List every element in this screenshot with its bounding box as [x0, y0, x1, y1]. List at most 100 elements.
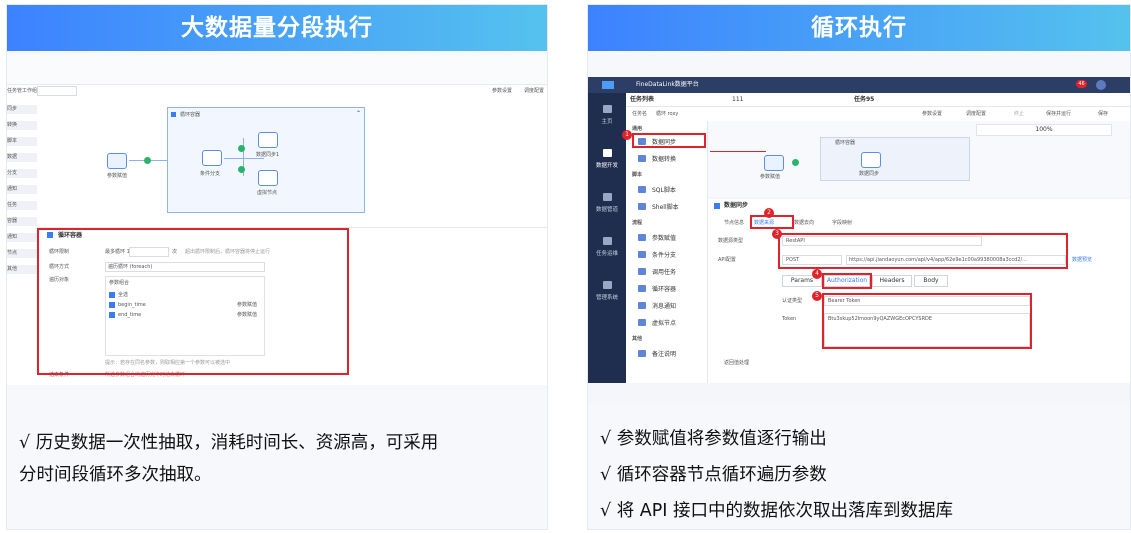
success-icon — [792, 159, 799, 166]
tab-body[interactable]: Body — [914, 275, 948, 287]
sync-icon — [714, 203, 720, 209]
dev-icon — [602, 149, 612, 157]
source-type-label: 数据源类型 — [718, 238, 744, 244]
loop-container[interactable]: 循环容器 ⌃ 条件分支 数据同步1 虚拟节点 — [167, 107, 365, 213]
sidebar-item[interactable]: 通知 — [7, 185, 37, 194]
highlight-box — [822, 273, 872, 289]
tab-task95[interactable]: 任务95 — [854, 95, 874, 104]
nav-data-dev[interactable]: 数据开发 — [588, 149, 626, 169]
loop-container-title: 循环容器 — [835, 140, 856, 146]
data-sync-node[interactable] — [861, 152, 881, 168]
tab-field-map[interactable]: 字段映射 — [832, 219, 852, 227]
sidebar-item[interactable]: 通知 — [7, 233, 37, 242]
tab-data-dest[interactable]: 数据去向 — [794, 219, 814, 227]
tab-node-info[interactable]: 节点信息 — [724, 219, 744, 227]
step-marker: 5 — [812, 291, 822, 301]
token-label: Token — [782, 316, 797, 322]
sync-config-panel: 数据同步 节点信息 数据来源 数据去向 字段映射 2 数据源类型 RestAPI… — [708, 199, 1130, 383]
comp-sql[interactable]: SQL脚本 — [634, 183, 706, 196]
step-marker: 4 — [812, 269, 822, 279]
save-run-button[interactable]: 保存并运行 — [1046, 110, 1071, 118]
step-marker: 2 — [764, 208, 774, 218]
nav-home[interactable]: 主页 — [588, 105, 626, 125]
flow-canvas: 100% 参数赋值 循环容器 数据同步 — [708, 121, 1130, 197]
condition-node[interactable] — [202, 150, 222, 166]
left-card: 大数据量分段执行 任务管工作组 参数设置 调度配置 同步 转换 脚本 数据 分支… — [6, 4, 548, 530]
data-sync-node[interactable] — [258, 132, 278, 148]
zoom-control[interactable]: 100% — [976, 124, 1112, 136]
left-bullet: 分时间段循环多次抽取。 — [19, 465, 212, 485]
right-bullet: √ 循环容器节点循环遍历参数 — [600, 465, 827, 485]
left-toolbar — [7, 55, 547, 85]
comp-data-transform[interactable]: 数据转换 — [634, 152, 706, 165]
api-config-label: API配置 — [718, 257, 736, 263]
nav-admin[interactable]: 管理系统 — [588, 281, 626, 301]
right-banner-title: 循环执行 — [588, 5, 1130, 51]
success-icon — [238, 166, 245, 173]
param-setting-button[interactable]: 参数设置 — [922, 110, 942, 118]
save-button[interactable]: 保存 — [1098, 110, 1108, 118]
app-logo-icon — [602, 81, 614, 89]
group-title: 通用 — [632, 126, 643, 132]
comp-loop[interactable]: 循环容器 — [634, 282, 706, 295]
loop-container-title: 循环容器 — [180, 112, 201, 118]
highlight-box — [37, 228, 349, 375]
param-assign-node[interactable] — [107, 153, 127, 169]
task-name-label: 任务管工作组 — [7, 88, 38, 94]
home-icon — [602, 105, 612, 113]
step-marker: 1 — [622, 130, 632, 140]
highlight-box — [632, 133, 706, 148]
highlight-box — [778, 233, 1068, 269]
param-assign-node[interactable] — [764, 155, 784, 171]
sidebar-item[interactable]: 转换 — [7, 121, 37, 130]
tab-headers[interactable]: Headers — [872, 275, 912, 287]
return-value-section[interactable]: 返回值处理 — [724, 359, 749, 367]
right-screenshot: FineDataLink数据平台 46 主页 数据开发 数据管道 任务运维 管理… — [588, 77, 1130, 403]
data-sync-node-label: 数据同步1 — [256, 152, 280, 158]
comp-call[interactable]: 调用任务 — [634, 265, 706, 278]
avatar[interactable] — [1096, 80, 1106, 90]
left-bullet: √ 历史数据一次性抽取，消耗时间长、资源高，可采用 — [19, 433, 439, 453]
param-setting-button[interactable]: 参数设置 — [492, 87, 512, 95]
comp-notify[interactable]: 消息通知 — [634, 299, 706, 312]
virtual-node[interactable] — [258, 170, 278, 186]
right-bullet: √ 参数赋值将参数值逐行输出 — [600, 429, 827, 449]
auth-type-label: 认证类型 — [782, 298, 803, 304]
sidebar-item[interactable]: 任务 — [7, 201, 37, 210]
comp-note[interactable]: 备注说明 — [634, 347, 706, 360]
schedule-config-button[interactable]: 调度配置 — [966, 110, 986, 118]
notification-badge[interactable]: 46 — [1076, 80, 1087, 88]
sidebar-item[interactable]: 同步 — [7, 105, 37, 114]
data-preview-link[interactable]: 数据预览 — [1072, 256, 1092, 264]
nav-pipeline[interactable]: 数据管道 — [588, 193, 626, 213]
group-title: 其他 — [632, 336, 643, 342]
sidebar-item[interactable]: 其他 — [7, 265, 37, 274]
virtual-node-label: 虚拟节点 — [257, 190, 278, 196]
task-name-label: 任务名 — [632, 111, 648, 117]
stop-button[interactable]: 终止 — [1014, 110, 1024, 118]
task-toolbar: 任务名 循环 roxy 参数设置 调度配置 终止 保存并运行 保存 — [626, 107, 1130, 121]
tab-111[interactable]: 111 — [732, 95, 743, 104]
comp-virtual[interactable]: 虚拟节点 — [634, 316, 706, 329]
nav-ops[interactable]: 任务运维 — [588, 237, 626, 257]
arrow-line — [710, 151, 766, 152]
left-screenshot: 任务管工作组 参数设置 调度配置 同步 转换 脚本 数据 分支 通知 任务 容器… — [7, 55, 547, 385]
sidebar-item[interactable]: 容器 — [7, 217, 37, 226]
highlight-box — [750, 215, 794, 229]
sidebar-item[interactable]: 分支 — [7, 169, 37, 178]
component-list: 通用 数据同步 数据转换 脚本 SQL脚本 Shell脚本 流程 参数赋值 条件… — [622, 121, 708, 383]
sidebar-item[interactable]: 脚本 — [7, 137, 37, 146]
comp-shell[interactable]: Shell脚本 — [634, 200, 706, 213]
data-sync-node-label: 数据同步 — [859, 171, 880, 177]
collapse-icon[interactable]: ⌃ — [356, 109, 361, 118]
comp-param[interactable]: 参数赋值 — [634, 231, 706, 244]
loop-container[interactable]: 循环容器 数据同步 — [820, 137, 970, 181]
schedule-config-button[interactable]: 调度配置 — [524, 87, 544, 95]
sidebar-item[interactable]: 数据 — [7, 153, 37, 162]
comp-cond[interactable]: 条件分支 — [634, 248, 706, 261]
highlight-box — [822, 293, 1032, 349]
success-icon — [144, 157, 151, 164]
sidebar-item[interactable]: 节点 — [7, 249, 37, 258]
tab-bar: 任务列表 111 任务95 — [626, 93, 1130, 107]
task-name-input[interactable] — [37, 86, 77, 96]
